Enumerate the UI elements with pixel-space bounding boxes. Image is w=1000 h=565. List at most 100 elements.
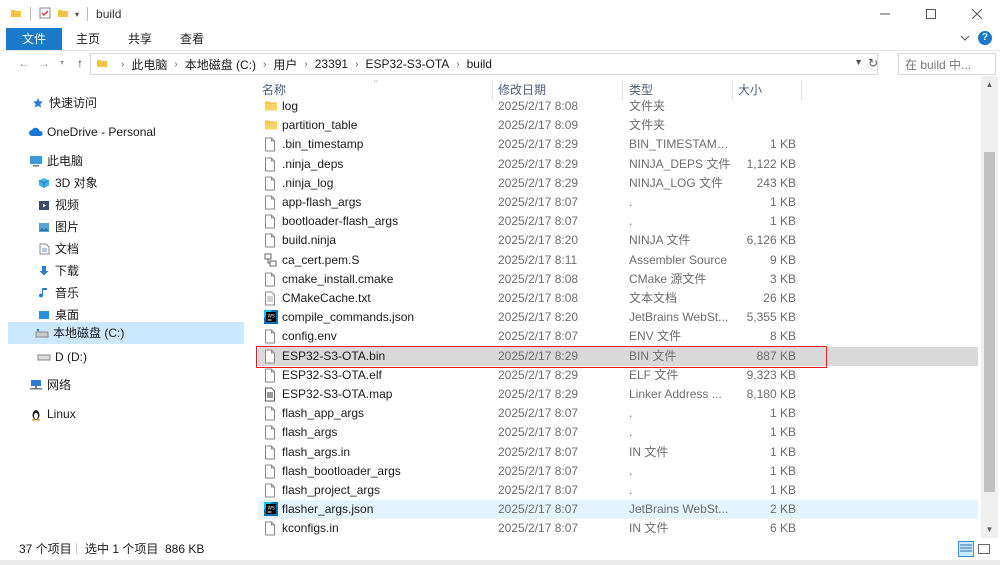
chevron-right-icon[interactable]: › — [355, 59, 358, 70]
nav-label: Linux — [47, 407, 76, 421]
file-name: flash_args — [282, 425, 338, 440]
title-bar: ▾ build — [0, 0, 1000, 28]
breadcrumb-item[interactable]: 本地磁盘 (C:) — [185, 56, 256, 73]
nav-label: 视频 — [55, 198, 80, 212]
scroll-down-icon[interactable]: ▼ — [981, 521, 998, 538]
file-size: 8,180 KB — [746, 387, 796, 401]
minimize-button[interactable] — [862, 0, 908, 28]
large-icons-view-button[interactable] — [976, 541, 992, 557]
quick-access-toolbar: ▾ — [10, 7, 90, 22]
file-row[interactable]: flash_app_args 2025/2/17 8:07. 1 KB — [258, 404, 978, 423]
file-row[interactable]: config.env 2025/2/17 8:07 ENV 文件 8 KB — [258, 327, 978, 346]
breadcrumb-item[interactable]: ESP32-S3-OTA — [365, 57, 449, 71]
file-row[interactable]: ESP32-S3-OTA.map 2025/2/17 8:29 Linker Add… — [258, 385, 978, 404]
refresh-icon[interactable]: ↻ — [868, 56, 878, 70]
star-icon — [30, 96, 46, 110]
file-type: 文件夹 — [629, 118, 666, 133]
file-row[interactable]: WS flasher_args.json 2025/2/17 8:07 JetBrai… — [258, 500, 978, 520]
navigation-pane: 快速访问 OneDrive - Personal 此电脑 3D 对象 视频 图片… — [0, 78, 244, 535]
close-button[interactable] — [954, 0, 1000, 28]
nav-item-3d-objects[interactable]: 3D 对象 — [36, 172, 98, 194]
file-type: JetBrains WebSt... — [629, 502, 729, 517]
file-row[interactable]: app-flash_args 2025/2/17 8:07. 1 KB — [258, 193, 978, 212]
file-row[interactable]: WS compile_commands.json 2025/2/17 8:20 Jet… — [258, 308, 978, 327]
file-name: partition_table — [282, 118, 358, 133]
file-row[interactable]: .bin_timestamp 2025/2/17 8:29 BIN_TIMESTAM… — [258, 135, 978, 154]
file-row[interactable]: build.ninja 2025/2/17 8:20 NINJA 文件 6,126 K… — [258, 231, 978, 250]
file-date: 2025/2/17 8:08 — [498, 271, 579, 286]
file-row[interactable]: flash_args 2025/2/17 8:07. 1 KB — [258, 423, 978, 442]
file-row[interactable]: ca_cert.pem.S 2025/2/17 8:11 Assembler Sou… — [258, 251, 978, 270]
nav-item-onedrive[interactable]: OneDrive - Personal — [28, 121, 156, 143]
details-view-button[interactable] — [958, 541, 974, 557]
file-name: CMakeCache.txt — [282, 291, 371, 305]
expand-ribbon-icon[interactable] — [960, 32, 970, 46]
file-name: flash_args.in — [282, 444, 351, 459]
file-icon — [264, 406, 278, 421]
scrollbar-thumb[interactable] — [984, 152, 995, 492]
chevron-right-icon[interactable]: › — [174, 59, 177, 70]
tab-home[interactable]: 主页 — [62, 28, 114, 50]
file-size: 1 KB — [769, 444, 796, 459]
column-label: 大小 — [738, 83, 763, 97]
file-type: . — [629, 214, 633, 229]
forward-button[interactable]: → — [36, 55, 52, 71]
file-row[interactable]: bootloader-flash_args 2025/2/17 8:07. 1 KB — [258, 212, 978, 231]
file-icon — [264, 272, 278, 287]
nav-item-quick-access[interactable]: 快速访问 — [30, 92, 97, 114]
file-date: 2025/2/17 8:08 — [498, 291, 579, 305]
breadcrumb-item[interactable]: 23391 — [315, 57, 348, 71]
chevron-down-icon[interactable]: ▼ — [854, 57, 863, 67]
tab-view[interactable]: 查看 — [166, 28, 218, 50]
file-type: . — [629, 483, 633, 497]
nav-item-pictures[interactable]: 图片 — [36, 216, 79, 238]
file-row[interactable]: log 2025/2/17 8:08 文件夹 — [258, 97, 978, 116]
vertical-scrollbar[interactable]: ▲ ▼ — [981, 76, 998, 538]
file-row[interactable]: kconfigs.in 2025/2/17 8:07 IN 文件 6 KB — [258, 519, 978, 538]
file-icon — [264, 368, 278, 383]
chevron-right-icon[interactable]: › — [121, 59, 124, 70]
file-name: compile_commands.json — [282, 310, 415, 325]
file-row[interactable]: flash_project_args 2025/2/17 8:07. 1 KB — [258, 481, 978, 500]
chevron-right-icon[interactable]: › — [456, 59, 459, 70]
scroll-up-icon[interactable]: ▲ — [981, 76, 998, 93]
chevron-right-icon[interactable]: › — [304, 59, 307, 70]
properties-icon[interactable] — [39, 7, 51, 22]
nav-item-music[interactable]: 音乐 — [36, 282, 79, 304]
breadcrumb-item[interactable]: 此电脑 — [131, 56, 167, 73]
breadcrumb-item[interactable]: build — [467, 57, 492, 71]
nav-label: 网络 — [47, 378, 72, 392]
nav-item-downloads[interactable]: 下载 — [36, 260, 79, 282]
file-row[interactable]: CMakeCache.txt 2025/2/17 8:08 文本文档 26 KB — [258, 289, 978, 308]
maximize-button[interactable] — [908, 0, 954, 28]
nav-item-drive-c[interactable]: 本地磁盘 (C:) — [8, 322, 244, 344]
file-row[interactable]: cmake_install.cmake 2025/2/17 8:08 CMake 源… — [258, 270, 978, 289]
nav-item-linux[interactable]: Linux — [28, 403, 76, 425]
recent-locations-icon[interactable]: ▾ — [54, 55, 70, 71]
up-button[interactable]: ↑ — [72, 55, 88, 71]
file-row[interactable]: flash_args.in 2025/2/17 8:07 IN 文件 1 KB — [258, 443, 978, 462]
file-row[interactable]: .ninja_deps 2025/2/17 8:29 NINJA_DEPS 文件 1,… — [258, 155, 978, 174]
video-icon — [36, 198, 52, 212]
file-row[interactable]: ESP32-S3-OTA.elf 2025/2/17 8:29 ELF 文件 9,32… — [258, 366, 978, 385]
search-input[interactable]: 在 build 中... — [898, 53, 996, 75]
nav-item-network[interactable]: 网络 — [28, 374, 71, 396]
file-row[interactable]: flash_bootloader_args 2025/2/17 8:07. 1 KB — [258, 462, 978, 481]
file-type: CMake 源文件 — [629, 271, 707, 286]
chevron-right-icon[interactable]: › — [263, 59, 266, 70]
back-button[interactable]: ← — [16, 55, 32, 71]
chevron-down-icon[interactable]: ▾ — [75, 10, 79, 19]
nav-item-videos[interactable]: 视频 — [36, 194, 79, 216]
new-folder-icon[interactable] — [57, 7, 69, 22]
nav-item-this-pc[interactable]: 此电脑 — [28, 150, 83, 172]
nav-item-drive-d[interactable]: D (D:) — [36, 346, 87, 368]
file-row[interactable]: partition_table 2025/2/17 8:09 文件夹 — [258, 116, 978, 135]
tab-share[interactable]: 共享 — [114, 28, 166, 50]
nav-item-documents[interactable]: 文档 — [36, 238, 79, 260]
address-bar[interactable]: › 此电脑 › 本地磁盘 (C:) › 用户 › 23391 › ESP32-S… — [90, 53, 878, 75]
help-icon[interactable]: ? — [978, 31, 992, 45]
tab-file[interactable]: 文件 — [6, 28, 63, 50]
file-row[interactable]: .ninja_log 2025/2/17 8:29 NINJA_LOG 文件 243 … — [258, 174, 978, 193]
item-count: 37 个项目 — [19, 542, 72, 556]
breadcrumb-item[interactable]: 用户 — [273, 56, 297, 73]
